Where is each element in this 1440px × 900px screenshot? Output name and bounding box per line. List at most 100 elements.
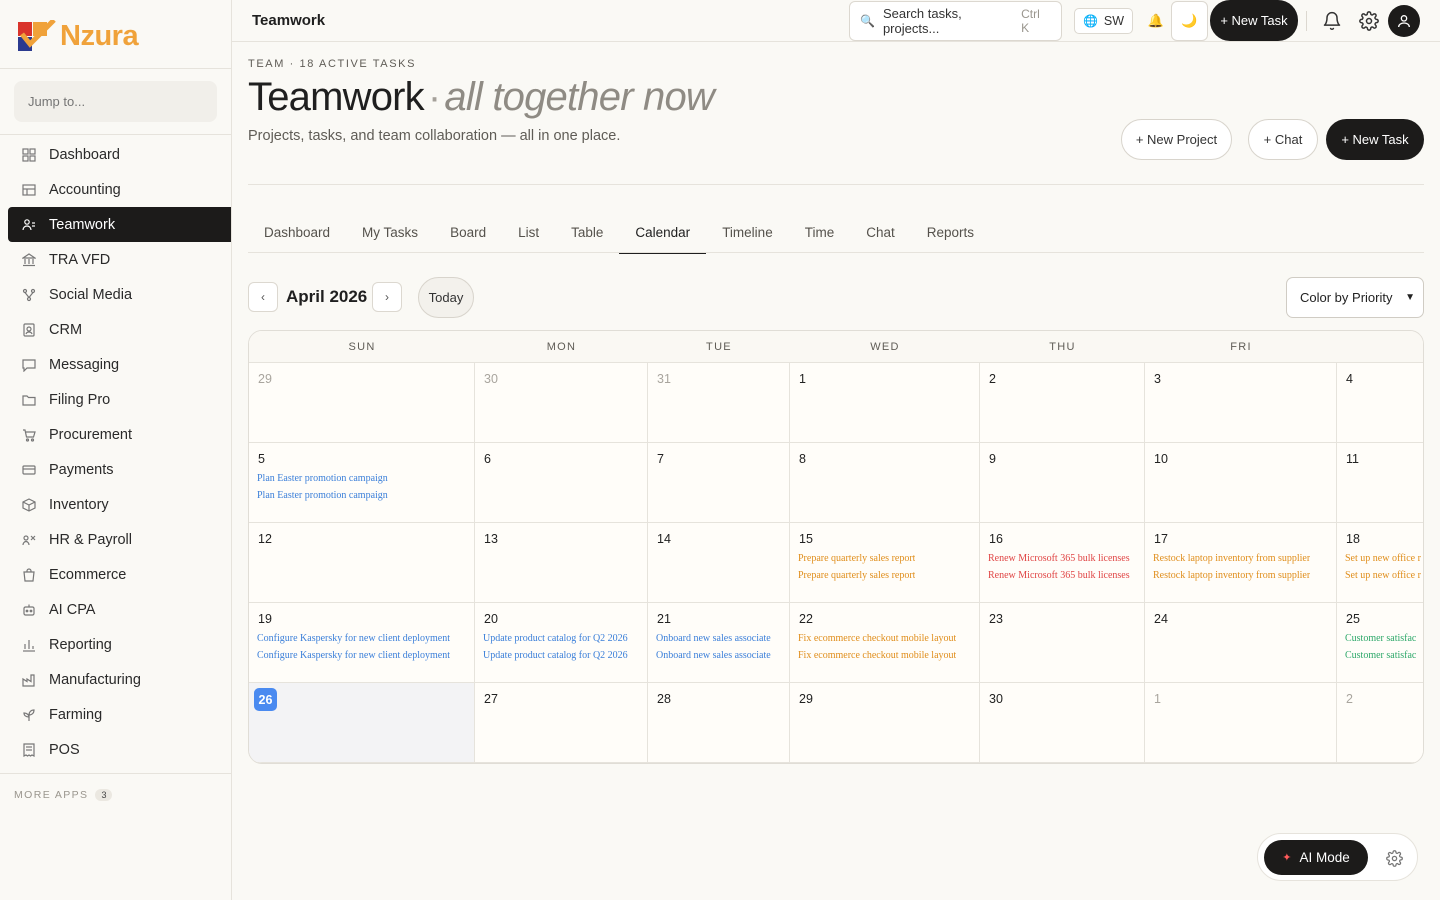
calendar-day-cell[interactable]: 2 xyxy=(980,363,1145,443)
topbar-new-task-button[interactable]: + New Task xyxy=(1210,0,1298,41)
settings-icon[interactable] xyxy=(1357,9,1381,33)
calendar-event[interactable]: Onboard new sales associate xyxy=(656,650,771,661)
calendar-day-cell[interactable]: 31 xyxy=(648,363,790,443)
today-button[interactable]: Today xyxy=(418,277,474,318)
sidebar-item-messaging[interactable]: Messaging xyxy=(8,347,231,382)
color-by-select[interactable]: Color by Priority ▼ xyxy=(1286,277,1424,318)
calendar-event[interactable]: Fix ecommerce checkout mobile layout xyxy=(798,633,956,644)
calendar-day-cell[interactable]: 1 xyxy=(1145,683,1337,763)
calendar-event[interactable]: Renew Microsoft 365 bulk licenses xyxy=(988,553,1130,564)
new-task-button[interactable]: + New Task xyxy=(1326,119,1424,160)
calendar-day-cell[interactable]: 2 xyxy=(1337,683,1423,763)
calendar-day-cell[interactable]: 16 Renew Microsoft 365 bulk licenses Renew… xyxy=(980,523,1145,603)
tab-calendar[interactable]: Calendar xyxy=(619,212,706,254)
calendar-day-cell[interactable]: 18 Set up new office r Set up new office r xyxy=(1337,523,1423,603)
calendar-day-cell[interactable]: 6 xyxy=(475,443,648,523)
calendar-day-cell[interactable]: 19 Configure Kaspersky for new client dep… xyxy=(249,603,475,683)
calendar-day-cell[interactable]: 11 xyxy=(1337,443,1423,523)
sidebar-item-filing-pro[interactable]: Filing Pro xyxy=(8,382,231,417)
calendar-day-cell[interactable]: 17 Restock laptop inventory from supplier… xyxy=(1145,523,1337,603)
sidebar-item-dashboard[interactable]: Dashboard xyxy=(8,137,231,172)
sidebar-item-pos[interactable]: POS xyxy=(8,732,231,767)
calendar-day-cell[interactable]: 1 xyxy=(790,363,980,443)
language-switcher[interactable]: 🌐 SW xyxy=(1074,8,1133,34)
calendar-event[interactable]: Update product catalog for Q2 2026 xyxy=(483,650,628,661)
calendar-event[interactable]: Prepare quarterly sales report xyxy=(798,553,915,564)
calendar-event[interactable]: Plan Easter promotion campaign xyxy=(257,490,388,501)
new-project-button[interactable]: + New Project xyxy=(1121,119,1232,160)
user-avatar[interactable] xyxy=(1388,5,1420,37)
tab-dashboard[interactable]: Dashboard xyxy=(248,212,346,253)
prev-month-button[interactable]: ‹ xyxy=(248,282,278,312)
sidebar-item-teamwork[interactable]: Teamwork xyxy=(8,207,231,242)
chat-button[interactable]: + Chat xyxy=(1248,119,1318,160)
jump-to-input[interactable] xyxy=(14,81,217,122)
more-apps[interactable]: MORE APPS 3 xyxy=(14,789,113,801)
brand-logo[interactable]: Nzura xyxy=(18,18,139,52)
calendar-day-cell[interactable]: 28 xyxy=(648,683,790,763)
sidebar-item-ecommerce[interactable]: Ecommerce xyxy=(8,557,231,592)
notifications-icon[interactable] xyxy=(1320,9,1344,33)
sidebar-item-manufacturing[interactable]: Manufacturing xyxy=(8,662,231,697)
calendar-day-cell[interactable]: 13 xyxy=(475,523,648,603)
calendar-day-cell[interactable]: 4 xyxy=(1337,363,1423,443)
tab-time[interactable]: Time xyxy=(789,212,851,253)
calendar-day-cell[interactable]: 3 xyxy=(1145,363,1337,443)
calendar-event[interactable]: Fix ecommerce checkout mobile layout xyxy=(798,650,956,661)
tab-timeline[interactable]: Timeline xyxy=(706,212,789,253)
calendar-event[interactable]: Configure Kaspersky for new client deplo… xyxy=(257,650,450,661)
sidebar-item-crm[interactable]: CRM xyxy=(8,312,231,347)
calendar-day-cell[interactable]: 23 xyxy=(980,603,1145,683)
calendar-event[interactable]: Set up new office r xyxy=(1345,570,1421,581)
calendar-day-cell[interactable]: 7 xyxy=(648,443,790,523)
calendar-event[interactable]: Customer satisfac xyxy=(1345,650,1416,661)
calendar-day-cell[interactable]: 25 Customer satisfac Customer satisfac xyxy=(1337,603,1423,683)
calendar-day-cell[interactable]: 27 xyxy=(475,683,648,763)
calendar-day-cell[interactable]: 22 Fix ecommerce checkout mobile layout Fi… xyxy=(790,603,980,683)
calendar-day-cell[interactable]: 30 xyxy=(475,363,648,443)
sidebar-item-social-media[interactable]: Social Media xyxy=(8,277,231,312)
global-search[interactable]: 🔍 Search tasks, projects... Ctrl K xyxy=(849,1,1062,41)
sidebar-item-accounting[interactable]: Accounting xyxy=(8,172,231,207)
calendar-event[interactable]: Onboard new sales associate xyxy=(656,633,771,644)
calendar-event[interactable]: Customer satisfac xyxy=(1345,633,1416,644)
sidebar-item-inventory[interactable]: Inventory xyxy=(8,487,231,522)
calendar-event[interactable]: Restock laptop inventory from supplier xyxy=(1153,570,1310,581)
calendar-day-cell[interactable]: 8 xyxy=(790,443,980,523)
calendar-day-cell[interactable]: 24 xyxy=(1145,603,1337,683)
alerts-bell-icon[interactable]: 🔔 xyxy=(1143,8,1169,34)
calendar-event[interactable]: Configure Kaspersky for new client deplo… xyxy=(257,633,450,644)
sidebar-item-payments[interactable]: Payments xyxy=(8,452,231,487)
calendar-event[interactable]: Update product catalog for Q2 2026 xyxy=(483,633,628,644)
calendar-event[interactable]: Prepare quarterly sales report xyxy=(798,570,915,581)
calendar-day-cell[interactable]: 20 Update product catalog for Q2 2026 Upda… xyxy=(475,603,648,683)
sidebar-item-tra-vfd[interactable]: TRA VFD xyxy=(8,242,231,277)
calendar-day-cell[interactable]: 21 Onboard new sales associate Onboard new… xyxy=(648,603,790,683)
tab-board[interactable]: Board xyxy=(434,212,502,253)
calendar-day-cell[interactable]: 10 xyxy=(1145,443,1337,523)
ai-mode-button[interactable]: ✦ AI Mode xyxy=(1264,840,1368,875)
calendar-day-cell[interactable]: 29 xyxy=(790,683,980,763)
tab-my-tasks[interactable]: My Tasks xyxy=(346,212,434,253)
ai-settings-icon[interactable] xyxy=(1384,848,1404,868)
tab-reports[interactable]: Reports xyxy=(911,212,990,253)
next-month-button[interactable]: › xyxy=(372,282,402,312)
calendar-day-cell[interactable]: 15 Prepare quarterly sales report Prepare … xyxy=(790,523,980,603)
sidebar-item-ai-cpa[interactable]: AI CPA xyxy=(8,592,231,627)
calendar-day-cell[interactable]: 14 xyxy=(648,523,790,603)
sidebar-item-farming[interactable]: Farming xyxy=(8,697,231,732)
sidebar-item-procurement[interactable]: Procurement xyxy=(8,417,231,452)
calendar-event[interactable]: Set up new office r xyxy=(1345,553,1421,564)
calendar-event[interactable]: Renew Microsoft 365 bulk licenses xyxy=(988,570,1130,581)
calendar-event[interactable]: Plan Easter promotion campaign xyxy=(257,473,388,484)
calendar-day-cell[interactable]: 9 xyxy=(980,443,1145,523)
sidebar-item-hr-payroll[interactable]: HR & Payroll xyxy=(8,522,231,557)
tab-table[interactable]: Table xyxy=(555,212,619,253)
calendar-day-cell[interactable]: 12 xyxy=(249,523,475,603)
tab-chat[interactable]: Chat xyxy=(850,212,911,253)
calendar-day-cell[interactable]: 30 xyxy=(980,683,1145,763)
dark-mode-toggle[interactable]: 🌙 xyxy=(1171,1,1208,41)
calendar-day-cell[interactable]: 5 Plan Easter promotion campaign Plan East… xyxy=(249,443,475,523)
tab-list[interactable]: List xyxy=(502,212,555,253)
calendar-day-cell[interactable]: 29 xyxy=(249,363,475,443)
